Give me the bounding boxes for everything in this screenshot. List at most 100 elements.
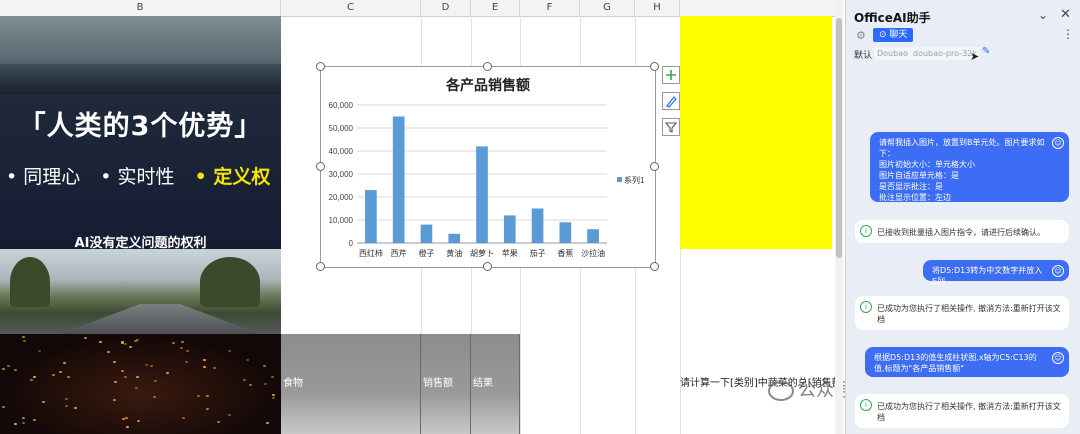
lantern-light (243, 378, 247, 381)
user-message: 请帮我插入图片，放置到B单元处。图片要求如下： 图片初始大小：单元格大小 图片自… (870, 132, 1069, 202)
highlighted-cell-range[interactable] (680, 16, 832, 249)
lantern-light (67, 376, 71, 379)
assistant-message: i 已接收到批量插入图片指令，请进行后续确认。 (855, 220, 1069, 243)
lantern-light (152, 395, 156, 398)
chevron-down-icon[interactable]: ⌄ (1038, 8, 1048, 22)
slide-caption: AI没有定义问题的权利 (74, 236, 207, 249)
vertical-scrollbar[interactable] (835, 0, 843, 434)
column-header-c[interactable]: C (281, 0, 421, 16)
column-header-e[interactable]: E (471, 0, 520, 16)
resize-handle[interactable] (650, 162, 659, 171)
lantern-light (59, 371, 63, 374)
sales-chart[interactable]: 各产品销售额 0 10,000 20,000 30,000 40,000 50,000 60,… (320, 66, 656, 268)
lantern-light (262, 364, 266, 367)
inserted-picture-slide[interactable]: 「人类的3个优势」 • 同理心 • 实时性 • 定义权 AI没有定义问题的权利 (0, 16, 281, 249)
y-tick-label: 30,000 (329, 170, 354, 179)
column-header-d[interactable]: D (421, 0, 471, 16)
lantern-light (266, 422, 270, 425)
chart-bar (365, 190, 377, 243)
user-avatar-icon: ☺ (1052, 137, 1064, 149)
close-icon[interactable]: ✕ (1060, 7, 1071, 22)
mountain-image (0, 64, 281, 94)
x-tick-label: 沙拉油 (581, 248, 605, 258)
lantern-light (122, 417, 126, 420)
bullet-empathy: • 同理心 (6, 166, 81, 188)
message-text: 已成功为您执行了相关操作, 撤消方法:重新打开该文档 (877, 304, 1061, 324)
lantern-light (203, 366, 207, 369)
table-header-food: 食物 (283, 378, 303, 389)
lantern-light (33, 419, 37, 422)
lantern-light (212, 367, 216, 370)
resize-handle[interactable] (650, 262, 659, 271)
resize-handle[interactable] (316, 262, 325, 271)
resize-handle[interactable] (316, 62, 325, 71)
edit-icon[interactable]: ✎ (982, 46, 990, 57)
x-tick-label: 香蕉 (557, 248, 573, 258)
lantern-light (137, 420, 141, 423)
model-provider-select[interactable]: Doubao (874, 47, 911, 60)
bullet-realtime: • 实时性 (100, 166, 175, 188)
lantern-light (22, 335, 26, 338)
x-tick-label: 西芹 (391, 248, 407, 258)
column-header-g[interactable]: G (580, 0, 635, 16)
chart-styles-button[interactable] (662, 92, 680, 110)
inserted-picture-lanterns[interactable] (0, 334, 281, 434)
chart-bar (420, 224, 433, 243)
lantern-light (206, 408, 210, 411)
lantern-light (64, 397, 68, 400)
lantern-light (120, 369, 124, 372)
lantern-light (184, 360, 188, 363)
column-header-f[interactable]: F (520, 0, 580, 16)
lantern-light (228, 350, 232, 353)
message-text: 根据D5:D13的值生成柱状图,x轴为C5:C13的值,标题为"各产品销售额" (874, 353, 1037, 373)
lantern-light (1, 368, 5, 371)
more-options-icon[interactable]: ⋮ (1062, 27, 1074, 41)
tree-image (200, 257, 260, 307)
chart-filter-button[interactable] (662, 118, 680, 136)
chart-bar (448, 233, 461, 243)
chart-svg: 各产品销售额 0 10,000 20,000 30,000 40,000 50,000 60,… (329, 77, 645, 258)
lantern-light (98, 341, 102, 344)
lantern-light (123, 375, 127, 378)
mouse-cursor-icon: ➤ (970, 50, 980, 63)
chart-bar (559, 222, 572, 243)
lantern-light (65, 404, 69, 407)
lantern-light (181, 416, 185, 419)
chat-tab-button[interactable]: ⊙ 聊天 (873, 28, 914, 42)
x-tick-label: 胡萝卜 (470, 248, 494, 258)
history-icon[interactable]: ⚙ (856, 29, 866, 42)
resize-handle[interactable] (483, 262, 492, 271)
slide-title: 「人类的3个优势」 (18, 111, 263, 142)
y-tick-label: 60,000 (329, 101, 354, 110)
lantern-light (22, 340, 26, 343)
x-tick-label: 苹果 (502, 248, 518, 258)
assistant-message: i 已成功为您执行了相关操作, 撤消方法:重新打开该文档 (855, 296, 1069, 330)
scrollbar-thumb[interactable] (836, 18, 842, 258)
lantern-light (271, 376, 275, 379)
resize-handle[interactable] (483, 62, 492, 71)
column-header-h[interactable]: H (635, 0, 680, 16)
x-tick-label: 橙子 (418, 248, 434, 258)
bullet-definition: • 定义权 (194, 166, 271, 188)
user-message: 根据D5:D13的值生成柱状图,x轴为C5:C13的值,标题为"各产品销售额" … (865, 347, 1069, 377)
lantern-light (14, 369, 18, 372)
inserted-picture-road[interactable] (0, 249, 281, 334)
column-header-b[interactable]: B (0, 0, 281, 16)
lantern-light (21, 417, 25, 420)
resize-handle[interactable] (650, 62, 659, 71)
lantern-light (150, 365, 154, 368)
table-header-result: 结果 (473, 378, 493, 389)
lantern-light (136, 375, 140, 378)
chart-elements-button[interactable] (662, 66, 680, 84)
lantern-light (145, 363, 149, 366)
lantern-light (263, 382, 267, 385)
resize-handle[interactable] (316, 162, 325, 171)
tree-image (10, 257, 50, 307)
lantern-light (197, 394, 201, 397)
lantern-light (126, 425, 130, 428)
lantern-light (63, 362, 67, 365)
lantern-light (246, 359, 250, 362)
user-avatar-icon: ☺ (1052, 265, 1064, 277)
lantern-light (216, 420, 220, 423)
panel-title: OfficeAI助手 (854, 11, 931, 25)
